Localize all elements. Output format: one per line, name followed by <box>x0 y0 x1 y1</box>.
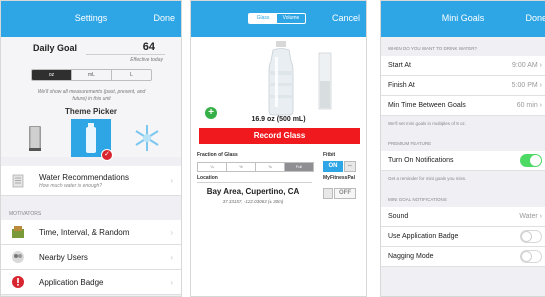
motivator-row-nearby[interactable]: Nearby Users › <box>1 245 181 270</box>
next-glass-image[interactable] <box>318 51 332 111</box>
toggle-knob <box>530 155 541 166</box>
chevron-right-icon: › <box>170 176 173 185</box>
chevron-right-icon: › <box>170 278 173 287</box>
myfitnesspal-toggle[interactable]: OFF <box>334 188 356 199</box>
location-label: Location <box>197 175 218 181</box>
sound-row[interactable]: Sound Water › <box>381 207 545 227</box>
screenshot-stage: Settings Done Daily Goal 64 Effective to… <box>0 0 545 297</box>
fraction-segmented-control: ¼ ½ ¾ Full <box>197 162 314 172</box>
glass-icon <box>29 126 41 151</box>
sound-label: Sound <box>388 213 409 220</box>
notifications-toggle[interactable] <box>520 154 542 167</box>
nagging-toggle[interactable] <box>520 250 542 263</box>
mini-goals-navbar: Mini Goals Done <box>381 1 545 37</box>
min-time-label: Min Time Between Goals <box>388 102 466 109</box>
toggle-knob <box>521 231 532 242</box>
glass-volume-segmented-control: Glass Volume <box>248 13 306 24</box>
selected-check-icon: ✓ <box>101 149 113 161</box>
unit-note: We'll show all measurements (past, prese… <box>37 89 146 102</box>
use-badge-toggle[interactable] <box>520 230 542 243</box>
fitbit-label: Fitbit <box>323 152 336 158</box>
motivator-row-badge[interactable]: Application Badge › <box>1 270 181 295</box>
multiples-note: We'll set mini goals in multiples of 8 o… <box>388 121 467 126</box>
fraction-option-full[interactable]: Full <box>285 163 313 171</box>
theme-glass-option[interactable] <box>15 119 55 157</box>
theme-snowflake-option[interactable] <box>127 119 167 157</box>
motivator-label: Nearby Users <box>39 253 88 262</box>
daily-goal-note: Effective today <box>130 57 163 63</box>
finish-at-value: 5:00 PM › <box>511 82 542 89</box>
section-premium-header: PREMIUM FEATURE <box>388 141 432 146</box>
myfitnesspal-label: MyFitnessPal <box>323 175 355 181</box>
myfitnesspal-toggle-knob[interactable] <box>323 188 333 199</box>
theme-picker: ✓ <box>1 119 181 161</box>
daily-goal-input[interactable]: 64 <box>143 41 155 53</box>
water-recommendations-label: Water Recommendations <box>39 173 129 182</box>
min-time-value: 60 min › <box>516 102 542 109</box>
settings-navbar: Settings Done <box>1 1 181 37</box>
fitbit-toggle-knob-icon[interactable]: ⇔ <box>344 161 356 172</box>
daily-goal-label: Daily Goal <box>33 43 78 53</box>
location-divider <box>197 182 312 183</box>
cancel-button[interactable]: Cancel <box>332 13 360 23</box>
motivator-label: Application Badge <box>39 278 104 287</box>
bottle-size-label: 16.9 oz (500 mL) <box>251 116 306 123</box>
start-at-value: 9:00 AM › <box>512 62 542 69</box>
record-navbar: Glass Volume Cancel <box>191 1 366 37</box>
done-button[interactable]: Done <box>525 13 545 23</box>
motivator-row-time[interactable]: Time, Interval, & Random › <box>1 220 181 245</box>
nagging-row: Nagging Mode <box>381 247 545 267</box>
tab-volume[interactable]: Volume <box>277 14 305 23</box>
unit-segmented-control: oz mL L <box>31 69 152 81</box>
chevron-right-icon: › <box>170 253 173 262</box>
document-icon <box>12 174 24 188</box>
fitbit-toggle[interactable]: ON <box>323 161 343 172</box>
mini-goals-title: Mini Goals <box>441 13 485 23</box>
unit-option-oz[interactable]: oz <box>32 70 72 80</box>
water-bottle-image[interactable] <box>251 41 311 116</box>
finish-at-label: Finish At <box>388 82 415 89</box>
daily-goal-panel: Daily Goal 64 Effective today oz mL L We… <box>1 37 181 161</box>
fraction-option-half[interactable]: ½ <box>227 163 256 171</box>
section-mini-notifications-header: MINI GOAL NOTIFICATIONS <box>388 197 447 202</box>
record-glass-button[interactable]: Record Glass <box>199 128 360 144</box>
fraction-option-three-quarters[interactable]: ¾ <box>256 163 285 171</box>
done-button[interactable]: Done <box>153 13 175 23</box>
water-recommendations-row[interactable]: Water Recommendations How much water is … <box>1 166 181 196</box>
notifications-label: Turn On Notifications <box>388 157 454 164</box>
use-badge-row: Use Application Badge <box>381 227 545 247</box>
water-recommendations-sub: How much water is enough? <box>39 183 103 189</box>
finish-at-row[interactable]: Finish At 5:00 PM › <box>381 76 545 96</box>
toggle-knob <box>521 251 532 262</box>
use-badge-label: Use Application Badge <box>388 233 459 240</box>
sound-value: Water › <box>519 213 542 220</box>
unit-option-ml[interactable]: mL <box>72 70 112 80</box>
min-time-row[interactable]: Min Time Between Goals 60 min › <box>381 96 545 116</box>
theme-bottle-option[interactable]: ✓ <box>71 119 113 161</box>
location-city[interactable]: Bay Area, Cupertino, CA <box>197 187 309 196</box>
mini-goals-screen: Mini Goals Done WHEN DO YOU WANT TO DRIN… <box>380 0 545 297</box>
settings-screen: Settings Done Daily Goal 64 Effective to… <box>0 0 182 297</box>
chevron-right-icon: › <box>170 228 173 237</box>
theme-picker-title: Theme Picker <box>64 107 118 116</box>
goal-field-underline <box>86 54 165 55</box>
notifications-row: Turn On Notifications <box>381 151 545 171</box>
section-when-header: WHEN DO YOU WANT TO DRINK WATER? <box>388 46 478 51</box>
start-at-row[interactable]: Start At 9:00 AM › <box>381 56 545 76</box>
snowflake-icon <box>135 125 159 151</box>
badge-icon <box>12 276 24 288</box>
record-screen: Glass Volume Cancel + 16.9 oz (500 mL) R… <box>190 0 367 297</box>
clock-icon <box>12 226 24 238</box>
motivator-label: Time, Interval, & Random <box>39 228 130 237</box>
notifications-note: Get a reminder for mini goals you miss. <box>388 176 467 181</box>
unit-option-l[interactable]: L <box>112 70 151 80</box>
start-at-label: Start At <box>388 62 411 69</box>
fraction-label: Fraction of Glass <box>197 152 238 158</box>
location-coords: 37.33157, -122.03063 (± 30m) <box>222 199 284 204</box>
users-icon <box>12 251 24 263</box>
motivators-header: MOTIVATORS <box>9 211 42 217</box>
nagging-label: Nagging Mode <box>388 253 434 260</box>
fraction-option-quarter[interactable]: ¼ <box>198 163 227 171</box>
tab-glass[interactable]: Glass <box>249 14 277 23</box>
